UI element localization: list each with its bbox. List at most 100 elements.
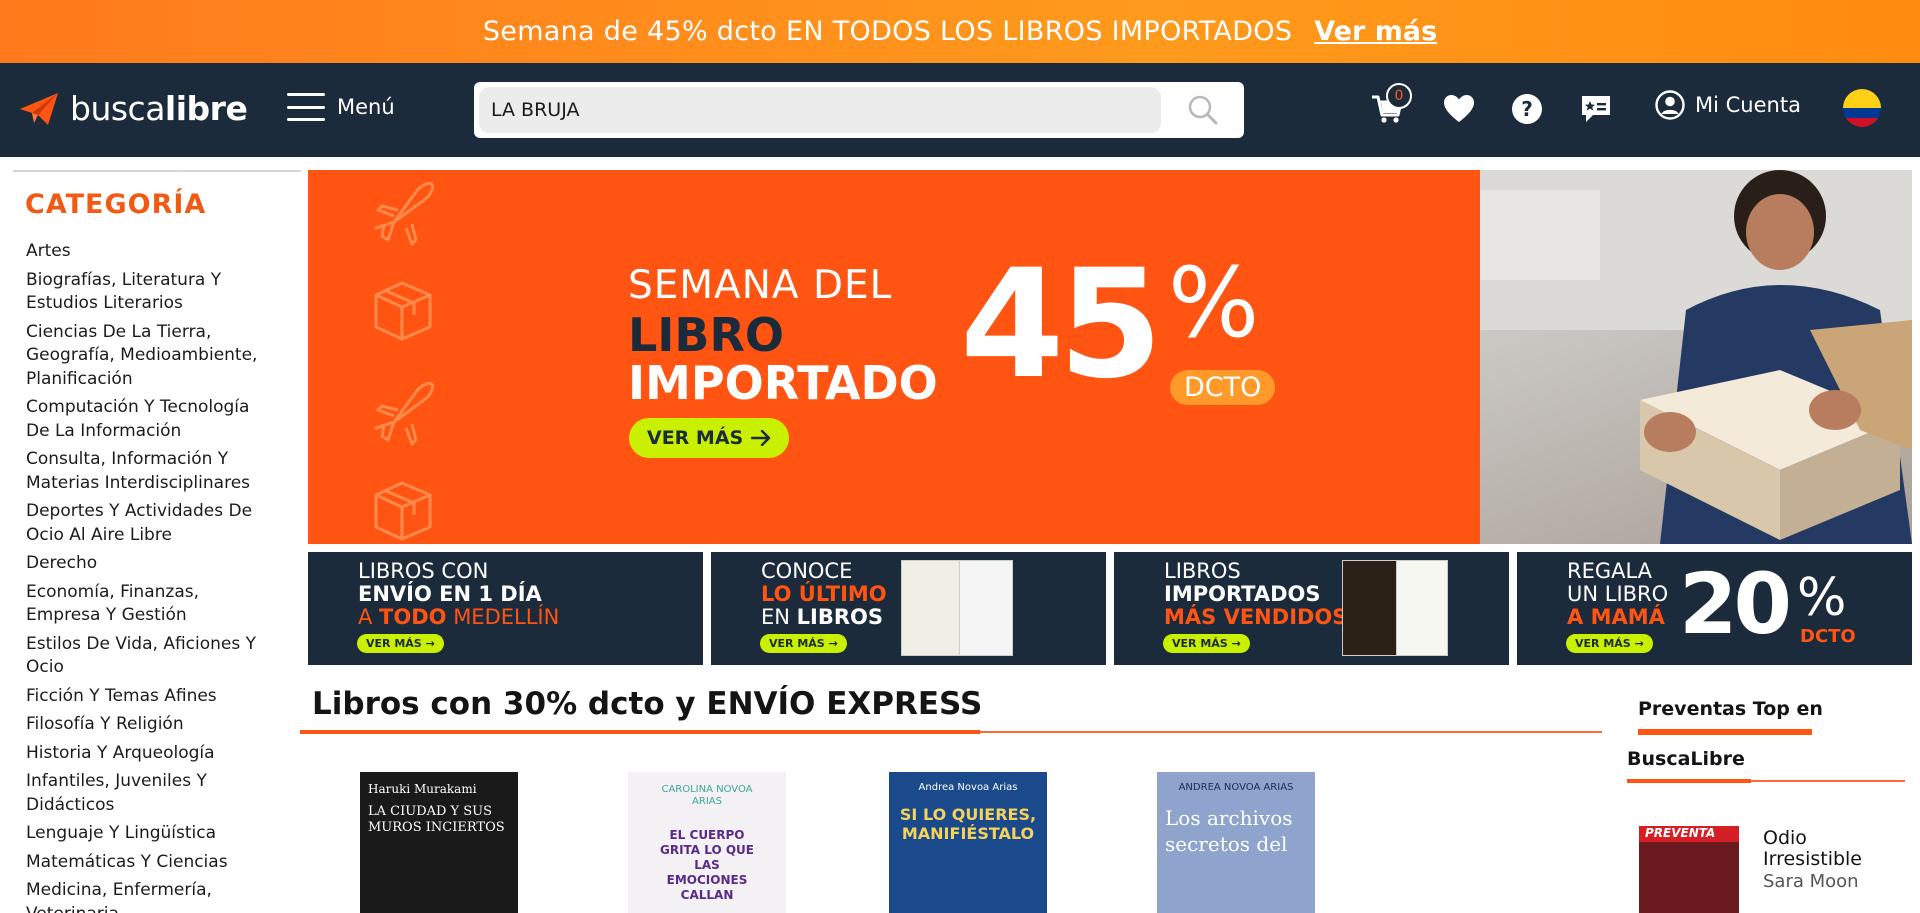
preventa-badge-label: PREVENTA [1645, 826, 1716, 840]
hero-line1: SEMANA DEL [628, 263, 893, 308]
preventas-title: Preventas Top en [1638, 698, 1823, 720]
section-title: Libros con 30% dcto y ENVÍO EXPRESS [312, 686, 983, 722]
category-title: CATEGORÍA [25, 189, 207, 220]
book-title: SI LO QUIERES, MANIFIÉSTALO [899, 805, 1037, 843]
buscalibre-logo[interactable]: buscalibre [18, 89, 248, 128]
tile2-cta-label: VER MÁS [769, 637, 825, 650]
tile1-line2: ENVÍO EN 1 DÍA [358, 582, 542, 606]
hero-line3: IMPORTADO [628, 356, 938, 410]
help-button[interactable]: ? [1508, 89, 1546, 129]
menu-button[interactable]: Menú [287, 93, 395, 121]
hero-cta-button[interactable]: VER MÁS [629, 418, 790, 458]
book-card[interactable]: Andrea Novoa Arias SI LO QUIERES, MANIFI… [889, 772, 1047, 913]
question-icon: ? [1512, 94, 1542, 124]
category-item[interactable]: Biografías, Literatura Y Estudios Litera… [26, 269, 266, 316]
tile1-line1: LIBROS CON [358, 559, 489, 583]
airplane-icon [374, 182, 434, 246]
tile1-cta[interactable]: VER MÁS → [357, 634, 444, 653]
category-item[interactable]: Medicina, Enfermería, Veterinaria [26, 879, 266, 913]
woman-opening-box-image [1480, 170, 1912, 544]
tile3-cta-label: VER MÁS [1172, 637, 1228, 650]
book-title: LA CIUDAD Y SUS MUROS INCIERTOS [368, 804, 505, 835]
tile3-cta[interactable]: VER MÁS → [1163, 634, 1250, 653]
book-author: Andrea Novoa Arias [918, 782, 1018, 793]
book-card[interactable]: CAROLINA NOVOA ARIAS EL CUERPO GRITA LO … [628, 772, 786, 913]
box-icon [374, 481, 432, 541]
category-item[interactable]: Ciencias De La Tierra, Geografía, Medioa… [26, 321, 266, 392]
preventa-book-title[interactable]: Odio Irresistible [1763, 828, 1873, 870]
category-sidebar: CATEGORÍA Artes Biografías, Literatura Y… [13, 170, 301, 913]
tile3-line1: LIBROS [1164, 559, 1241, 583]
category-item[interactable]: Artes [26, 240, 266, 264]
category-item[interactable]: Deportes Y Actividades De Ocio Al Aire L… [26, 500, 266, 547]
preventa-book-author: Sara Moon [1763, 871, 1859, 892]
hero-percent-sign: % [1168, 247, 1260, 359]
tile1-cta-label: VER MÁS [366, 637, 422, 650]
account-label: Mi Cuenta [1695, 93, 1801, 117]
search-bar [474, 82, 1244, 138]
tile4-dcto-label: DCTO [1800, 626, 1856, 647]
search-button[interactable] [1170, 88, 1236, 132]
hero-line2: LIBRO [628, 308, 785, 362]
category-item[interactable]: Consulta, Información Y Materias Interdi… [26, 448, 266, 495]
category-item[interactable]: Ficción Y Temas Afines [26, 685, 266, 709]
svg-text:?: ? [1521, 97, 1533, 121]
book-cover: Haruki Murakami LA CIUDAD Y SUS MUROS IN… [360, 772, 518, 913]
hero-banner[interactable]: SEMANA DEL LIBRO IMPORTADO 45 % DCTO VER… [308, 170, 1912, 544]
book-card[interactable]: Haruki Murakami LA CIUDAD Y SUS MUROS IN… [360, 772, 518, 913]
category-item[interactable]: Estilos De Vida, Aficiones Y Ocio [26, 633, 266, 680]
tile4-cta[interactable]: VER MÁS → [1566, 634, 1653, 653]
category-item[interactable]: Derecho [26, 552, 266, 576]
preventa-book-cover[interactable]: PREVENTA [1639, 826, 1739, 913]
heart-icon [1444, 95, 1474, 122]
tile1-line3b: TODO [379, 605, 447, 629]
search-input[interactable] [479, 87, 1161, 133]
book-cover-thumb [1342, 560, 1398, 656]
category-list: Artes Biografías, Literatura Y Estudios … [13, 240, 301, 913]
book-card[interactable]: ANDREA NOVOA ARIAS Los archivos secretos… [1157, 772, 1315, 913]
tile4-line1: REGALA [1567, 559, 1653, 583]
colombia-flag-icon[interactable] [1843, 89, 1881, 127]
tile1-line3: A TODO MEDELLÍN [358, 606, 559, 629]
banner-regala-mama[interactable]: REGALA UN LIBRO A MAMÁ 20 % DCTO VER MÁS… [1517, 552, 1912, 665]
tile1-line3a: A [358, 605, 380, 629]
category-item[interactable]: Economía, Finanzas, Empresa Y Gestión [26, 581, 266, 628]
tile3-line3: MÁS VENDIDOS [1164, 605, 1348, 629]
tile2-cta[interactable]: VER MÁS → [760, 634, 847, 653]
tile2-line3a: EN [761, 605, 797, 629]
tile2-line1: CONOCE [761, 559, 853, 583]
tile4-line3: A MAMÁ [1567, 605, 1665, 629]
account-button[interactable]: Mi Cuenta [1655, 90, 1801, 120]
category-item[interactable]: Historia Y Arqueología [26, 742, 266, 766]
hamburger-icon [287, 93, 325, 121]
banner-lo-ultimo[interactable]: CONOCE LO ÚLTIMO EN LIBROS VER MÁS → [711, 552, 1106, 665]
cart-button[interactable]: 0 [1368, 83, 1412, 129]
arrow-right-icon: → [828, 637, 838, 650]
promo-see-more-link[interactable]: Ver más [1314, 16, 1437, 47]
tile4-cta-label: VER MÁS [1575, 637, 1631, 650]
chat-star-icon [1582, 96, 1610, 122]
category-item[interactable]: Infantiles, Juveniles Y Didácticos [26, 770, 266, 817]
category-item[interactable]: Filosofía Y Religión [26, 713, 266, 737]
tile4-discount-number: 20 [1679, 555, 1792, 653]
arrow-right-icon: → [1231, 637, 1241, 650]
promo-text: Semana de 45% dcto EN TODOS LOS LIBROS I… [482, 16, 1293, 47]
wishlist-button[interactable] [1440, 89, 1478, 129]
category-item[interactable]: Computación Y Tecnología De La Informaci… [26, 396, 266, 443]
book-author: ANDREA NOVOA ARIAS [1178, 782, 1294, 793]
category-item[interactable]: Lenguaje Y Lingüística [26, 822, 266, 846]
arrow-right-icon [751, 430, 771, 446]
tile2-line2: LO ÚLTIMO [761, 582, 887, 606]
category-item[interactable]: Matemáticas Y Ciencias [26, 851, 266, 875]
tile3-line2: IMPORTADOS [1164, 582, 1321, 606]
site-header: buscalibre Menú 0 ? [0, 63, 1920, 157]
book-cover-thumb [959, 560, 1013, 656]
box-icon [374, 281, 432, 341]
airplane-icon [374, 382, 434, 446]
cart-count-badge: 0 [1386, 83, 1412, 109]
reviews-button[interactable] [1577, 89, 1615, 129]
hero-photo [1480, 170, 1912, 544]
banner-envio-medellin[interactable]: LIBROS CON ENVÍO EN 1 DÍA A TODO MEDELLÍ… [308, 552, 703, 665]
preventas-subtitle: BuscaLibre [1627, 748, 1745, 770]
banner-importados-vendidos[interactable]: LIBROS IMPORTADOS MÁS VENDIDOS VER MÁS → [1114, 552, 1509, 665]
